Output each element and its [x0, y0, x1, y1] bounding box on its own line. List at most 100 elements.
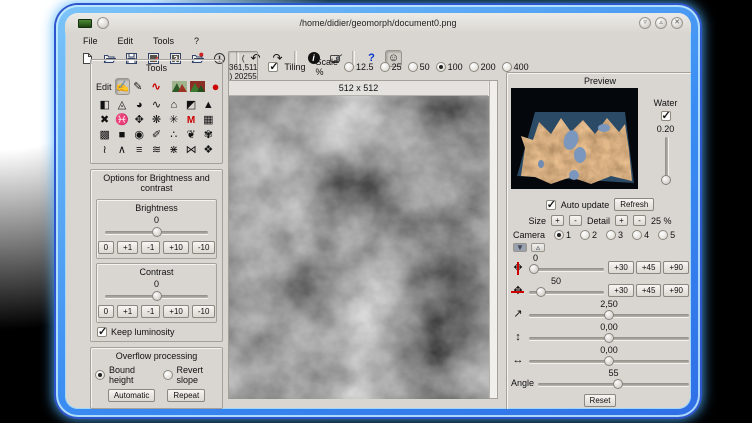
size-plus-button[interactable]: +	[551, 215, 564, 226]
tool-grid-icon[interactable]: ◬	[118, 98, 126, 113]
brightness-m10-button[interactable]: -10	[192, 241, 216, 254]
record-icon[interactable]: ●	[212, 79, 220, 94]
keep-luminosity-checkbox[interactable]	[97, 327, 107, 337]
fractal-wave-icon[interactable]: ∿	[151, 79, 160, 94]
water-checkbox[interactable]	[661, 111, 671, 121]
tool-grid-icon[interactable]: ■	[119, 128, 126, 143]
pan-horizontal-icon: ↔	[511, 354, 525, 367]
brightness-slider[interactable]	[105, 226, 208, 238]
scale-option-50[interactable]: 50	[408, 62, 430, 72]
preview-reset-button[interactable]: Reset	[584, 394, 617, 407]
tool-grid-icon[interactable]: ❦	[186, 128, 195, 143]
contrast-m1-button[interactable]: -1	[141, 305, 160, 318]
minimize-button[interactable]: ▿	[639, 17, 651, 29]
tool-grid-icon[interactable]: ✳	[169, 113, 178, 128]
terrain-3d-view[interactable]	[511, 88, 638, 194]
brightness-p10-button[interactable]: +10	[163, 241, 189, 254]
contrast-p10-button[interactable]: +10	[163, 305, 189, 318]
pencil-tool-icon[interactable]: ✎	[133, 79, 142, 94]
scale-option-400[interactable]: 400	[502, 62, 529, 72]
tool-grid-icon[interactable]: ≡	[136, 143, 142, 158]
menu-file[interactable]: File	[83, 36, 98, 46]
tool-grid-icon[interactable]: ◉	[134, 128, 144, 143]
tool-grid-icon[interactable]: ❖	[203, 143, 213, 158]
scale-option-25[interactable]: 25	[380, 62, 402, 72]
angle-slider[interactable]	[538, 378, 689, 390]
tool-grid-icon[interactable]: ◕	[136, 98, 143, 113]
pan-vertical-slider[interactable]	[529, 332, 689, 344]
tool-grid-icon[interactable]: ⋈	[186, 143, 197, 158]
tool-grid-icon[interactable]: ◩	[186, 98, 196, 113]
raise-view-button[interactable]: ▵	[531, 243, 545, 252]
camera-option-3[interactable]: 3	[606, 230, 623, 240]
contrast-m10-button[interactable]: -10	[192, 305, 216, 318]
detail-minus-button[interactable]: -	[633, 215, 646, 226]
tool-grid-icon[interactable]: ≋	[152, 143, 161, 158]
brightness-0-button[interactable]: 0	[98, 241, 114, 254]
tool-grid-icon[interactable]: ∴	[170, 128, 177, 143]
tool-grid-icon[interactable]: ▦	[203, 113, 213, 128]
scale-option-200[interactable]: 200	[469, 62, 496, 72]
auto-update-checkbox[interactable]	[546, 200, 556, 210]
rotate-y-slider[interactable]	[529, 263, 604, 275]
maximize-button[interactable]: ▵	[655, 17, 667, 29]
close-button[interactable]: ✕	[671, 17, 683, 29]
draw-tool-button[interactable]: ✍	[115, 78, 131, 95]
tool-grid: ◧ ◬ ◕ ∿ ⌂ ◩ ▲ ✖ ♓ ✥ ❋ ✳ M ▦ ▩ ■ ◉ ✐ ∴ ❦	[91, 96, 222, 163]
tool-grid-icon[interactable]: ⋇	[169, 143, 178, 158]
tool-grid-icon[interactable]: M	[187, 113, 195, 128]
tool-grid-icon[interactable]: ♓	[115, 113, 129, 128]
scale-slider[interactable]	[529, 309, 689, 321]
tool-grid-icon[interactable]: ✐	[152, 128, 161, 143]
rotate-x-slider[interactable]	[529, 286, 604, 298]
contrast-0-button[interactable]: 0	[98, 305, 114, 318]
terrain-tool-2-icon[interactable]	[190, 79, 205, 94]
contrast-p1-button[interactable]: +1	[117, 305, 138, 318]
tool-grid-icon[interactable]: ⌂	[170, 98, 177, 113]
menu-tools[interactable]: Tools	[153, 36, 174, 46]
tool-grid-icon[interactable]: ✾	[204, 128, 213, 143]
rotate-x-90-button[interactable]: +90	[663, 284, 689, 297]
automatic-button[interactable]: Automatic	[108, 389, 156, 402]
tool-grid-icon[interactable]: ✥	[135, 113, 144, 128]
tool-grid-icon[interactable]: ▲	[203, 98, 214, 113]
refresh-button[interactable]: Refresh	[614, 198, 654, 211]
tool-grid-icon[interactable]: ▩	[99, 128, 109, 143]
menu-help[interactable]: ?	[194, 36, 199, 46]
scale-option-100[interactable]: 100	[436, 62, 463, 72]
camera-option-1[interactable]: 1	[554, 230, 571, 240]
scale-option-12.5[interactable]: 12.5	[344, 62, 374, 72]
contrast-buttons: 0 +1 -1 +10 -10	[97, 305, 216, 318]
lower-view-button[interactable]: ▼	[513, 243, 527, 252]
terrain-tool-icon[interactable]	[172, 79, 187, 94]
canvas-scrollbar[interactable]	[489, 81, 497, 398]
camera-option-2[interactable]: 2	[580, 230, 597, 240]
tool-grid-icon[interactable]: ∧	[118, 143, 126, 158]
repeat-button[interactable]: Repeat	[167, 389, 205, 402]
rotate-x-30-button[interactable]: +30	[608, 284, 634, 297]
tiling-checkbox[interactable]	[268, 62, 278, 72]
heightmap-canvas[interactable]	[229, 96, 489, 404]
contrast-slider[interactable]	[105, 290, 208, 302]
tool-grid-icon[interactable]: ❋	[152, 113, 161, 128]
tiling-label: Tiling	[284, 62, 305, 72]
tool-grid-icon[interactable]: ∿	[152, 98, 161, 113]
rotate-x-45-button[interactable]: +45	[636, 284, 662, 297]
size-minus-button[interactable]: -	[569, 215, 582, 226]
rotate-y-90-button[interactable]: +90	[663, 261, 689, 274]
brightness-m1-button[interactable]: -1	[141, 241, 160, 254]
menu-edit[interactable]: Edit	[118, 36, 134, 46]
camera-option-5[interactable]: 5	[658, 230, 675, 240]
rotate-y-30-button[interactable]: +30	[608, 261, 634, 274]
tool-grid-icon[interactable]: ≀	[103, 143, 107, 158]
bound-height-radio[interactable]	[95, 370, 105, 380]
tool-grid-icon[interactable]: ✖	[100, 113, 109, 128]
tool-grid-icon[interactable]: ◧	[99, 98, 109, 113]
pan-horizontal-slider[interactable]	[529, 355, 689, 367]
rotate-y-45-button[interactable]: +45	[636, 261, 662, 274]
detail-plus-button[interactable]: +	[615, 215, 628, 226]
brightness-p1-button[interactable]: +1	[117, 241, 138, 254]
water-level-slider[interactable]	[660, 137, 672, 185]
camera-option-4[interactable]: 4	[632, 230, 649, 240]
revert-slope-radio[interactable]	[163, 370, 173, 380]
